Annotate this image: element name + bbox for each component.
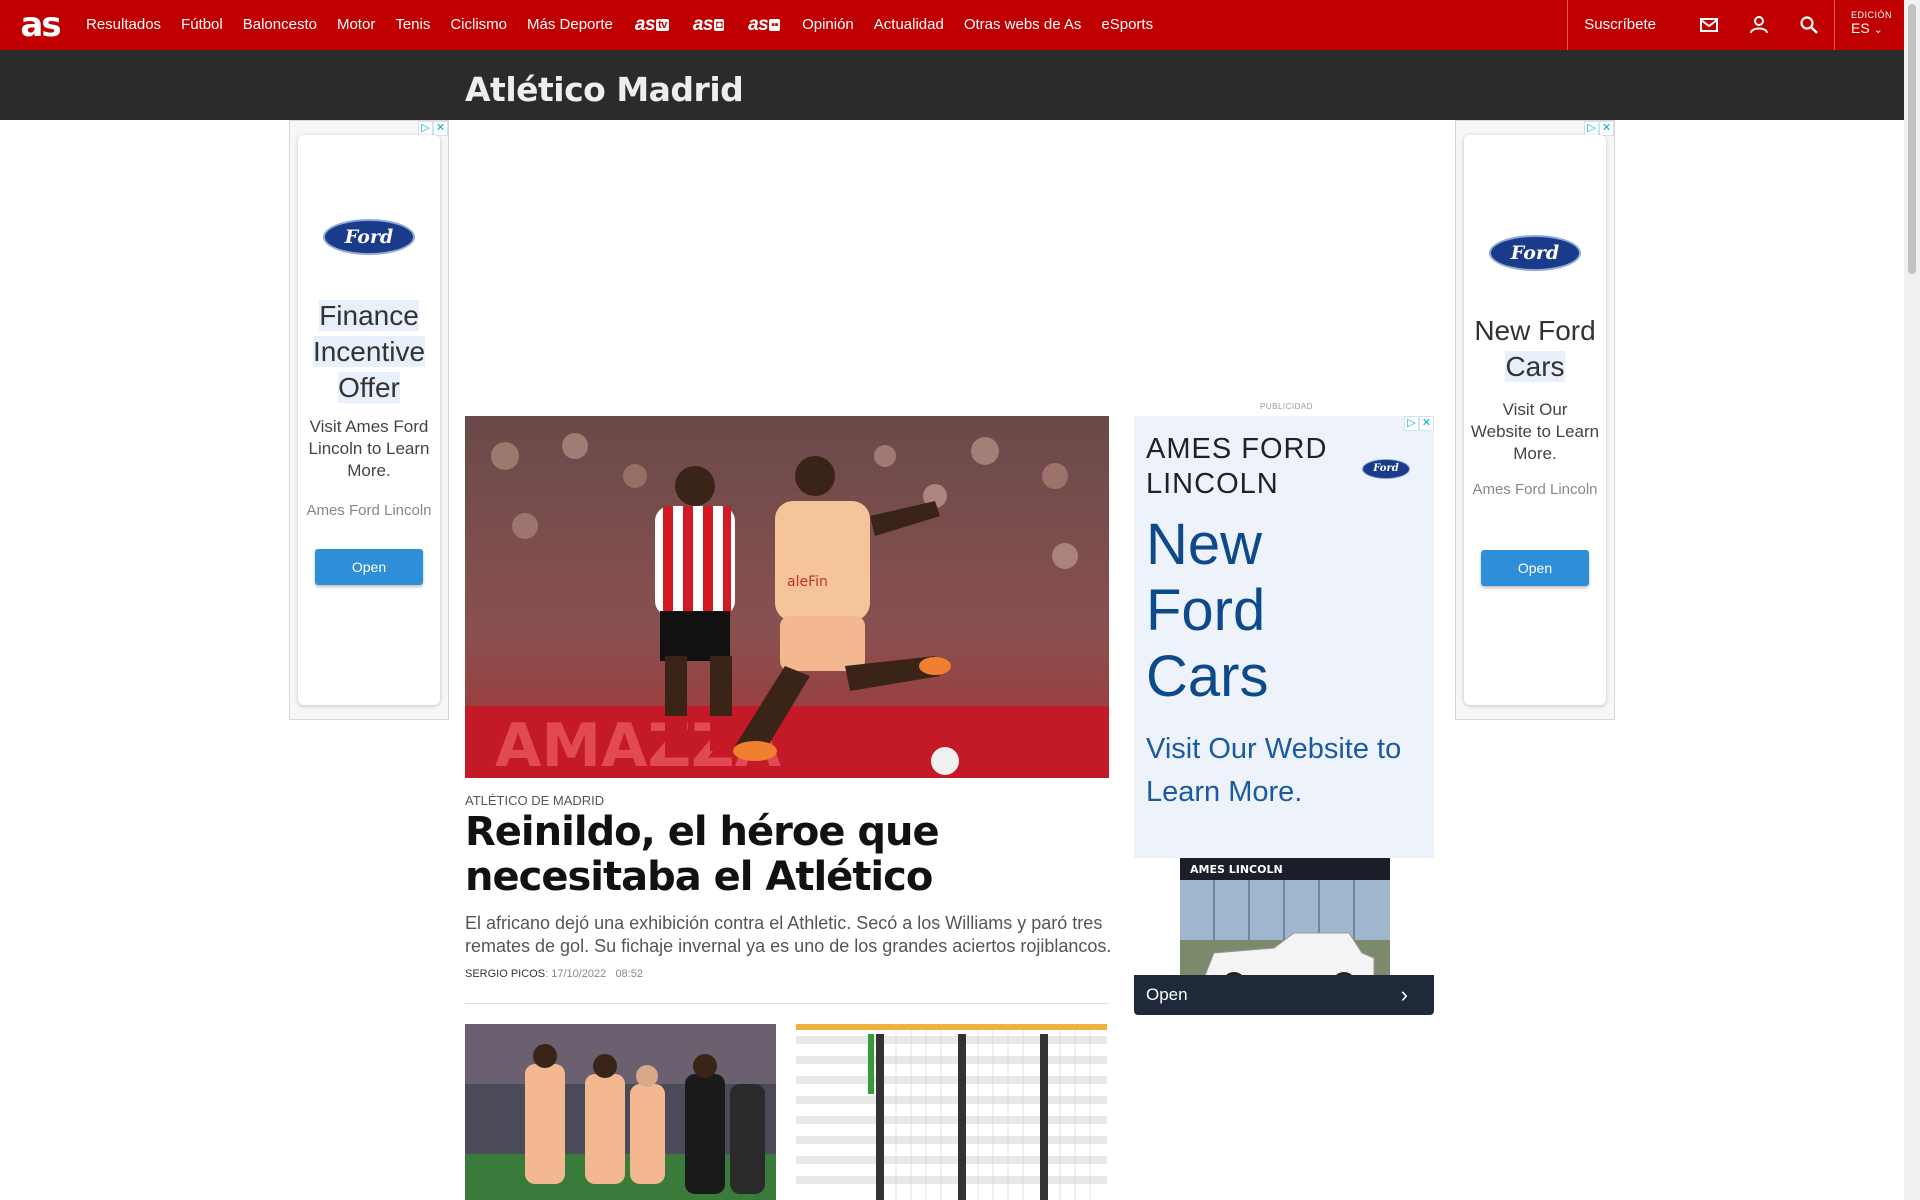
divider (465, 1003, 1109, 1004)
color-badge: ▪▪ (769, 19, 781, 31)
mid-ad-open-button[interactable]: Open › (1134, 975, 1434, 1015)
right-ad-subtext: Visit Our Website to Learn More. (1470, 400, 1600, 463)
camera-icon: ◘ (713, 19, 725, 31)
left-ad-advertiser: Ames Ford Lincoln (306, 502, 432, 519)
standings-table-image (796, 1024, 1107, 1200)
right-skyscraper-ad[interactable]: ▷ ✕ Ford New Ford Cars Visit Our Website… (1455, 120, 1615, 720)
article-byline: SERGIO PICOS: 17/10/2022 08:52 (465, 968, 643, 980)
nav-item-otras-webs[interactable]: Otras webs de As (954, 0, 1092, 50)
nav-item-ciclismo[interactable]: Ciclismo (440, 0, 517, 50)
article-summary: El africano dejó una exhibición contra e… (465, 913, 1112, 956)
ford-logo: Ford (1362, 459, 1410, 479)
as-logo[interactable]: as (0, 0, 76, 50)
svg-text:aleFin: aleFin (787, 574, 828, 590)
right-ad-open-button[interactable]: Open (1481, 550, 1589, 586)
nav-item-mas-deporte[interactable]: Más Deporte (517, 0, 623, 50)
related-article-standings-thumb[interactable] (796, 1024, 1107, 1200)
svg-text:AMES LINCOLN: AMES LINCOLN (1190, 863, 1283, 876)
nav-item-esports[interactable]: eSports (1091, 0, 1163, 50)
close-icon[interactable]: ✕ (1419, 416, 1434, 431)
mid-display-ad[interactable]: ▷ ✕ AMES FORD LINCOLN Ford New Ford Cars… (1134, 416, 1434, 1016)
nav-item-resultados[interactable]: Resultados (76, 0, 171, 50)
top-nav: as Resultados Fútbol Baloncesto Motor Te… (0, 0, 1904, 50)
section-header: Atlético Madrid (0, 50, 1904, 120)
nav-brand-as-tv[interactable]: as tv (623, 14, 681, 36)
right-ad-headline: New Ford Cars (1474, 315, 1596, 382)
mail-icon (1700, 18, 1718, 32)
chevron-right-icon: › (1400, 982, 1408, 1007)
chevron-down-icon: ⌄ (1873, 24, 1883, 36)
article-kicker[interactable]: ATLÉTICO DE MADRID (465, 793, 604, 808)
nav-item-tenis[interactable]: Tenis (385, 0, 440, 50)
ad-choices[interactable]: ▷ ✕ (1584, 121, 1614, 136)
nav-item-motor[interactable]: Motor (327, 0, 385, 50)
ad-choices[interactable]: ▷ ✕ (1404, 416, 1434, 431)
article-time: 08:52 (615, 968, 643, 980)
article-date: 17/10/2022 (551, 968, 607, 980)
article-headline[interactable]: Reinildo, el héroe que necesitaba el Atl… (465, 810, 1115, 900)
ford-logo: Ford (1489, 235, 1581, 271)
search-icon (1800, 16, 1818, 34)
left-ad-open-button[interactable]: Open (315, 549, 423, 585)
ford-logo: Ford (323, 219, 415, 255)
close-icon[interactable]: ✕ (433, 121, 448, 136)
right-ad-advertiser: Ames Ford Lincoln (1472, 481, 1598, 498)
left-skyscraper-ad[interactable]: ▷ ✕ Ford Finance Incentive Offer Visit A… (289, 120, 449, 720)
adchoices-icon[interactable]: ▷ (418, 121, 433, 136)
nav-item-opinion[interactable]: Opinión (792, 0, 864, 50)
edition-value: ES (1851, 20, 1870, 36)
nav-item-futbol[interactable]: Fútbol (171, 0, 233, 50)
close-icon[interactable]: ✕ (1599, 121, 1614, 136)
related-article-thumb[interactable] (465, 1024, 776, 1200)
account-button[interactable] (1734, 0, 1784, 50)
user-icon (1750, 16, 1768, 34)
adchoices-icon[interactable]: ▷ (1404, 416, 1419, 431)
nav-menu: Resultados Fútbol Baloncesto Motor Tenis… (76, 0, 1567, 50)
section-title: Atlético Madrid (465, 70, 744, 109)
nav-right: Suscríbete EDICIÓN ES ⌄ (1567, 0, 1904, 50)
mid-ad-advertiser: AMES FORD LINCOLN (1146, 433, 1328, 500)
ad-choices[interactable]: ▷ ✕ (418, 121, 448, 136)
nav-item-actualidad[interactable]: Actualidad (864, 0, 954, 50)
subscribe-link[interactable]: Suscríbete (1567, 0, 1684, 50)
hero-photo: AMAZZA aleFin (465, 416, 1109, 778)
edition-label: EDICIÓN (1851, 10, 1893, 20)
left-ad-card[interactable]: Ford Finance Incentive Offer Visit Ames … (298, 135, 440, 705)
search-button[interactable] (1784, 0, 1834, 50)
related-photo-players (465, 1024, 776, 1200)
newsletter-button[interactable] (1684, 0, 1734, 50)
nav-item-baloncesto[interactable]: Baloncesto (233, 0, 327, 50)
mid-ad-headline: New Ford Cars (1146, 512, 1269, 709)
mid-ad-subtext: Visit Our Website to Learn More. (1146, 733, 1402, 808)
article-author[interactable]: SERGIO PICOS (465, 968, 545, 980)
nav-brand-as-color[interactable]: as ▪▪ (736, 14, 792, 36)
scrollbar-thumb[interactable] (1908, 4, 1916, 274)
edition-selector[interactable]: EDICIÓN ES ⌄ (1834, 0, 1904, 50)
page-scrollbar[interactable] (1904, 0, 1920, 1200)
advertising-label: PUBLICIDAD (1260, 402, 1314, 411)
left-ad-subtext: Visit Ames Ford Lincoln to Learn More. (308, 417, 430, 480)
left-ad-headline: Finance Incentive Offer (312, 300, 426, 403)
nav-brand-as-photo[interactable]: as ◘ (681, 14, 736, 36)
right-ad-card[interactable]: Ford New Ford Cars Visit Our Website to … (1464, 135, 1606, 705)
adchoices-icon[interactable]: ▷ (1584, 121, 1599, 136)
hero-article-image[interactable]: AMAZZA aleFin (465, 416, 1109, 778)
